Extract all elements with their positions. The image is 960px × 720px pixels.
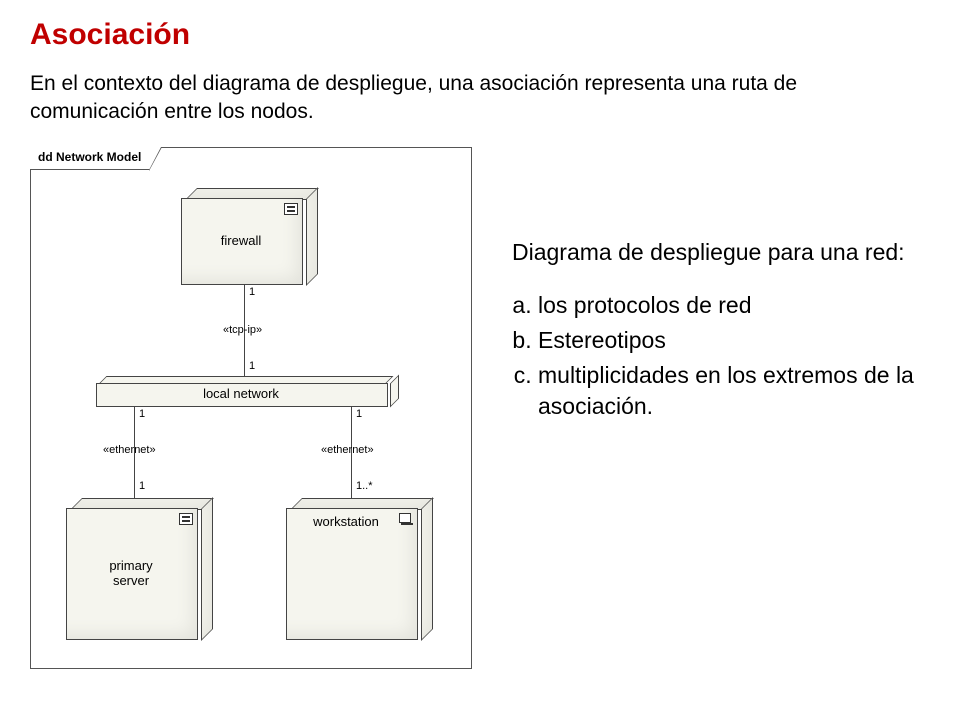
- mult-fw-top: 1: [249, 286, 255, 298]
- side-list-item: los protocolos de red: [538, 290, 930, 321]
- frame-title-text: dd Network Model: [38, 150, 141, 164]
- content-row: dd Network Model firewall 1 «tcp-ip» 1: [30, 147, 930, 669]
- side-text: Diagrama de despliegue para una red: los…: [512, 147, 930, 426]
- intro-paragraph: En el contexto del diagrama de despliegu…: [30, 70, 930, 127]
- device-icon: [284, 203, 298, 215]
- page-title: Asociación: [30, 18, 930, 52]
- side-heading: Diagrama de despliegue para una red:: [512, 237, 930, 268]
- device-icon: [179, 513, 193, 525]
- node-local-network-label: local network: [96, 386, 386, 401]
- mult-ln-right-bot: 1..*: [356, 480, 373, 492]
- node-firewall-label: firewall: [181, 233, 301, 249]
- stereo-tcp-ip: «tcp-ip»: [223, 324, 262, 336]
- diagram-frame: dd Network Model firewall 1 «tcp-ip» 1: [30, 147, 472, 669]
- frame-title-tab: dd Network Model: [30, 147, 150, 170]
- mult-fw-bot: 1: [249, 360, 255, 372]
- mult-ln-left-top: 1: [139, 408, 145, 420]
- stereo-ethernet-right: «ethernet»: [321, 444, 374, 456]
- side-list-item: Estereotipos: [538, 325, 930, 356]
- stereo-ethernet-left: «ethernet»: [103, 444, 156, 456]
- mult-ln-left-bot: 1: [139, 480, 145, 492]
- slide: Asociación En el contexto del diagrama d…: [0, 0, 960, 720]
- node-primary-server-label: primary server: [66, 558, 196, 589]
- side-list-item: multiplicidades en los extremos de la as…: [538, 360, 930, 422]
- mult-ln-right-top: 1: [356, 408, 362, 420]
- side-list: los protocolos de red Estereotipos multi…: [512, 290, 930, 422]
- node-workstation-label: workstation: [286, 514, 406, 530]
